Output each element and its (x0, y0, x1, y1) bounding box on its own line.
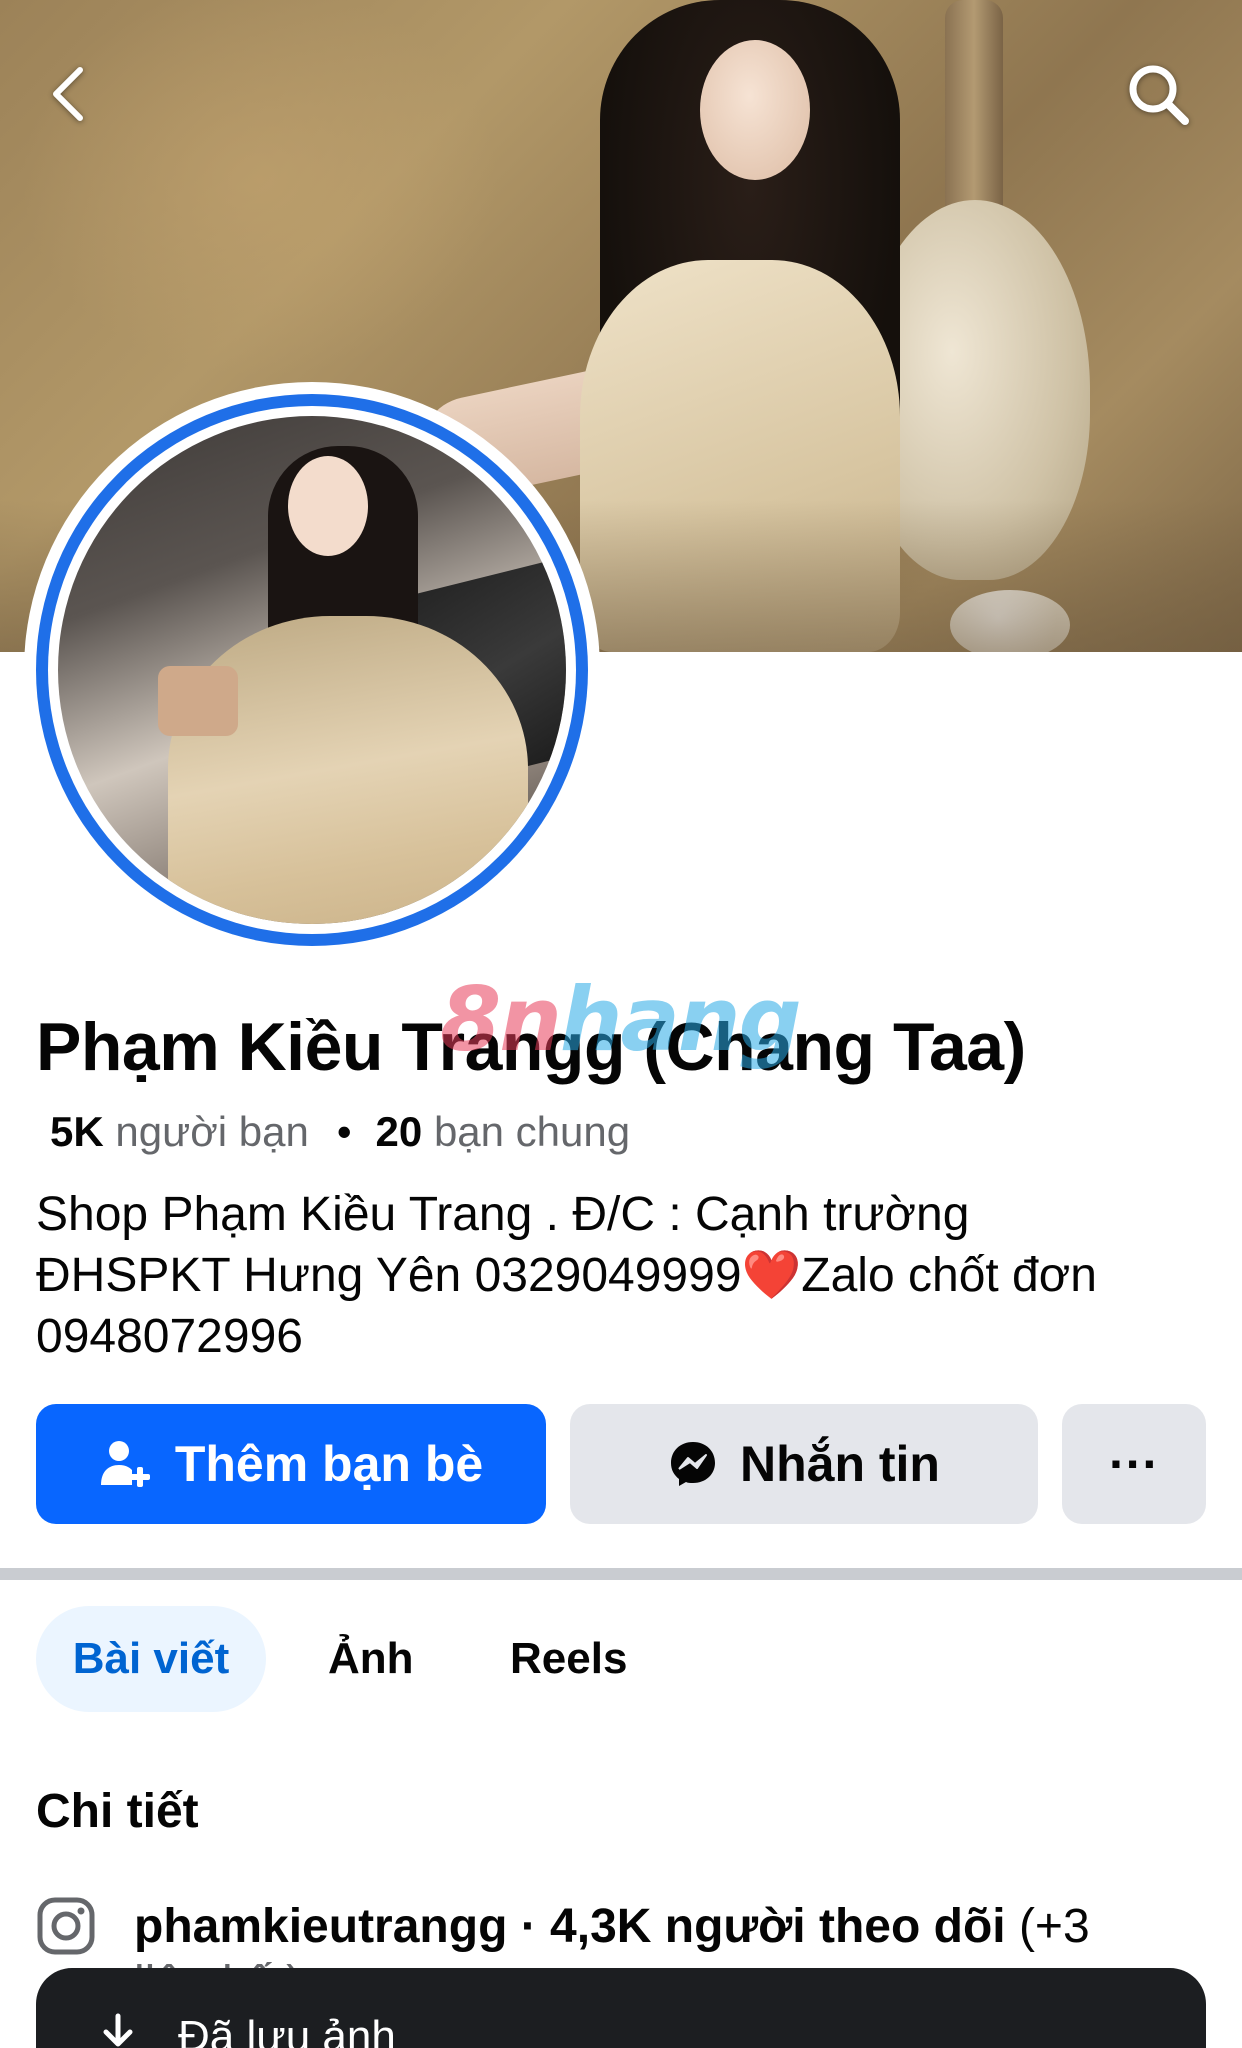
toast-text: Đã lưu ảnh (178, 2012, 396, 2048)
cover-figure-face (700, 40, 810, 180)
instagram-icon (36, 1896, 96, 1956)
bio-line: ĐHSPKT Hưng Yên 0329049999❤️Zalo chốt đơ… (36, 1249, 1097, 1302)
avatar-figure-bag (158, 666, 238, 736)
mutual-label: bạn chung (433, 1108, 631, 1155)
instagram-text: phamkieutrangg · 4,3K người theo dõi (+3 (134, 1899, 1090, 1954)
avatar-figure-face (288, 456, 368, 556)
avatar[interactable] (58, 416, 566, 924)
friends-count: 5K (50, 1108, 104, 1155)
section-divider (0, 1568, 1242, 1580)
add-friend-icon (99, 1439, 153, 1489)
tab-photos[interactable]: Ảnh (328, 1606, 414, 1712)
friends-label: người bạn (115, 1108, 309, 1155)
message-button[interactable]: Nhắn tin (570, 1404, 1038, 1524)
bio-line: Shop Phạm Kiều Trang . Đ/C : Cạnh trường (36, 1188, 970, 1241)
tab-posts[interactable]: Bài viết (36, 1606, 266, 1712)
profile-bio: Shop Phạm Kiều Trang . Đ/C : Cạnh trường… (36, 1184, 1216, 1367)
watermark-part1: 8n (440, 968, 562, 1071)
message-label: Nhắn tin (740, 1436, 940, 1492)
add-friend-button[interactable]: Thêm bạn bè (36, 1404, 546, 1524)
details-title: Chi tiết (36, 1785, 199, 1838)
instagram-handle: phamkieutrangg (134, 1899, 508, 1953)
stats-separator: • (336, 1108, 352, 1155)
more-options-label: ··· (1109, 1436, 1159, 1492)
saved-photo-toast: Đã lưu ảnh (36, 1968, 1206, 2048)
avatar-figure-dress (168, 616, 528, 924)
bio-line: 0948072996 (36, 1310, 303, 1363)
messenger-icon (668, 1439, 718, 1489)
search-icon (1125, 61, 1191, 132)
download-icon (96, 2012, 140, 2048)
tab-photos-label: Ảnh (328, 1634, 414, 1683)
add-friend-label: Thêm bạn bè (174, 1436, 484, 1492)
instagram-followers: · 4,3K người theo dõi (507, 1899, 1006, 1953)
instagram-link-row[interactable]: phamkieutrangg · 4,3K người theo dõi (+3 (36, 1896, 1090, 1956)
mutual-count: 20 (375, 1108, 423, 1155)
tab-reels[interactable]: Reels (510, 1606, 627, 1712)
friends-stats[interactable]: 5K người bạn • 20 bạn chung (50, 1108, 630, 1156)
watermark-part2: hang (559, 968, 802, 1071)
chevron-left-icon (44, 62, 92, 131)
instagram-more-links: (+3 (1005, 1899, 1090, 1953)
back-button[interactable] (20, 48, 116, 144)
tab-reels-label: Reels (510, 1634, 628, 1683)
tab-posts-label: Bài viết (72, 1634, 230, 1683)
search-button[interactable] (1110, 48, 1206, 144)
more-options-button[interactable]: ··· (1062, 1404, 1206, 1524)
watermark-logo: 8nhang (440, 968, 802, 1071)
